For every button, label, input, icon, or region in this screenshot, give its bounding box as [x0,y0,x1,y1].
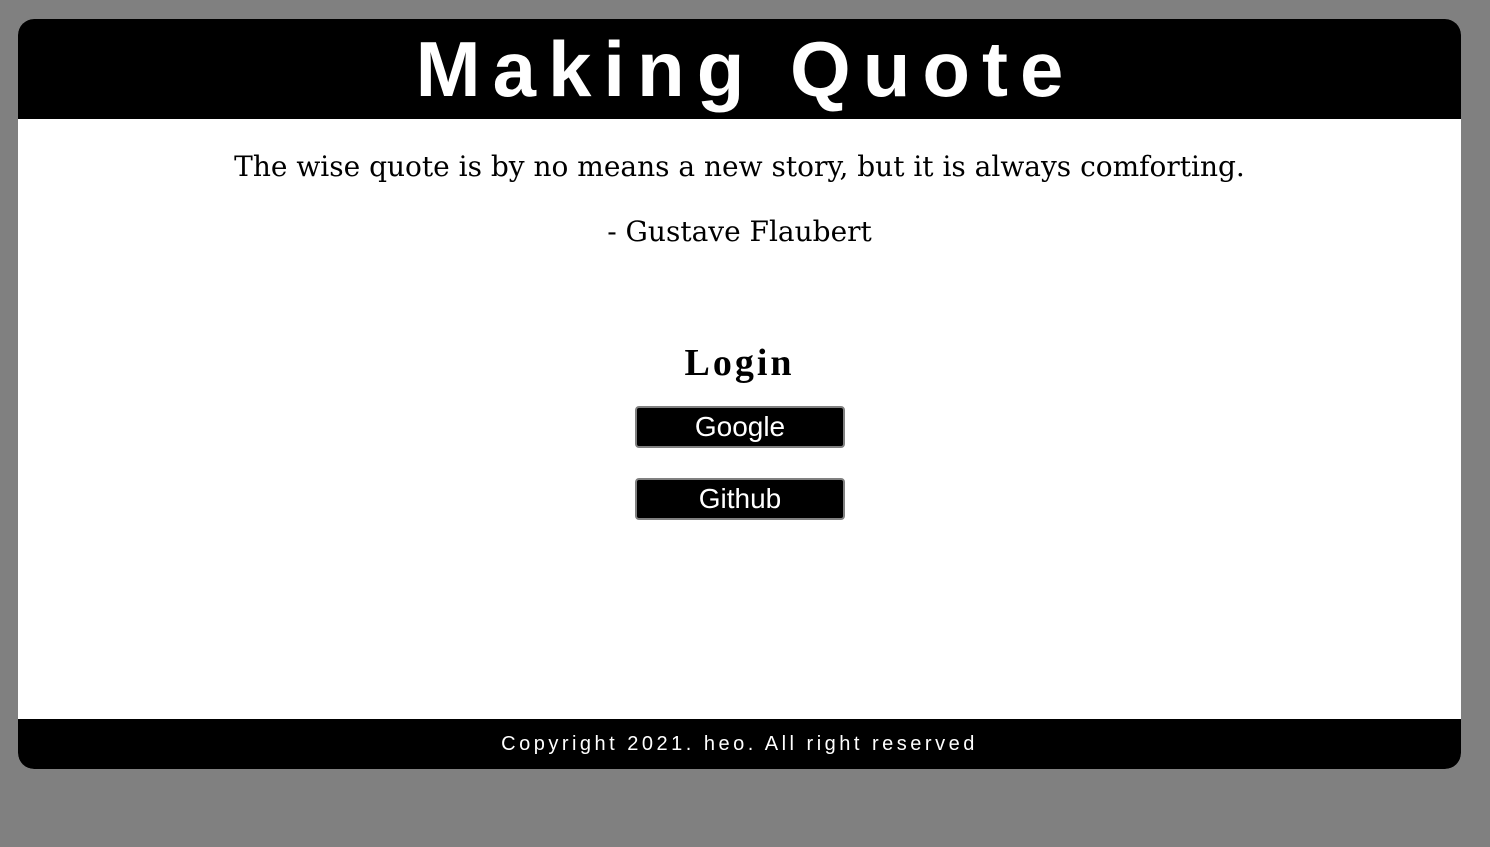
login-heading: Login [684,342,795,384]
google-login-button[interactable]: Google [635,406,845,448]
copyright-text: Copyright 2021. heo. All right reserved [501,732,978,755]
github-login-button[interactable]: Github [635,478,845,520]
site-footer: Copyright 2021. heo. All right reserved [18,719,1461,769]
quote-author: - Gustave Flaubert [607,215,872,248]
app-card: Making Quote The wise quote is by no mea… [18,19,1461,769]
quote-text: The wise quote is by no means a new stor… [234,150,1245,183]
site-title: Making Quote [415,25,1076,113]
site-header: Making Quote [18,19,1461,119]
